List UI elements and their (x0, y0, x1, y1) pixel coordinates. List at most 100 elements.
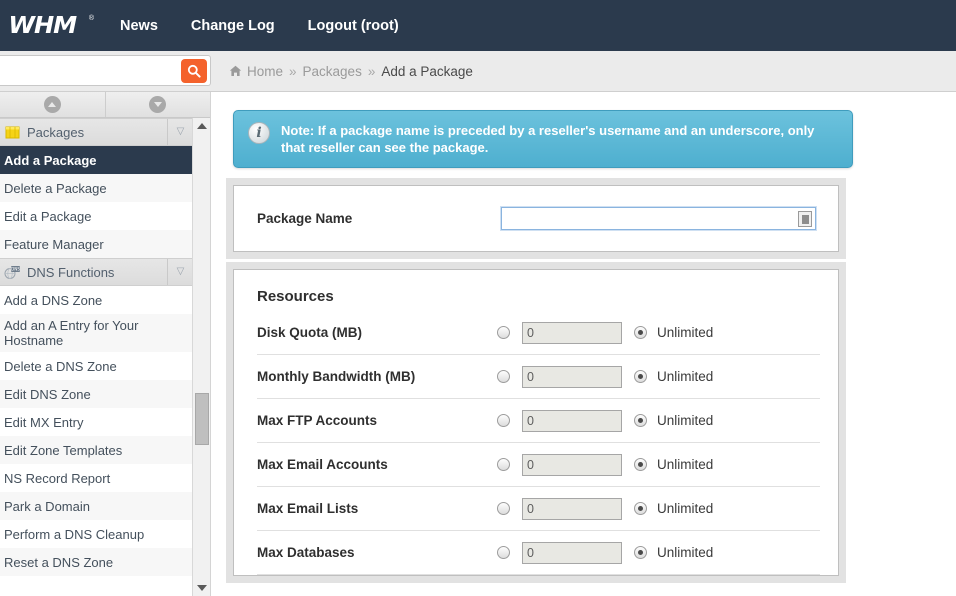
resource-unlimited-radio[interactable] (634, 414, 647, 427)
resource-row-max-email-lists: Max Email Lists Unlimited (257, 487, 820, 531)
sidebar: Packages ▽ Add a Package Delete a Packag… (0, 92, 211, 596)
sidebar-item-add-a-dns-zone[interactable]: Add a DNS Zone (0, 286, 193, 314)
topnav-item-news[interactable]: News (120, 18, 158, 34)
scroll-down-button[interactable] (193, 580, 211, 596)
collapse-all-icon (43, 96, 61, 113)
resource-label: Max FTP Accounts (257, 413, 378, 428)
info-note-text: Note: If a package name is preceded by a… (281, 123, 815, 155)
scroll-up-button[interactable] (193, 118, 211, 134)
breadcrumb-item-add-a-package: Add a Package (381, 63, 473, 79)
resource-value-radio[interactable] (497, 458, 510, 471)
resource-unlimited-label: Unlimited (657, 501, 714, 516)
sidebar-item-delete-a-dns-zone[interactable]: Delete a DNS Zone (0, 352, 193, 380)
resource-value-radio[interactable] (497, 546, 510, 559)
info-icon: i (248, 122, 270, 144)
resource-row-disk-quota: Disk Quota (MB) Unlimited (257, 311, 820, 355)
resource-value-input[interactable] (522, 453, 622, 476)
collapse-all-button[interactable] (0, 92, 106, 117)
sidebar-item-edit-dns-zone[interactable]: Edit DNS Zone (0, 380, 193, 408)
resource-unlimited-label: Unlimited (657, 413, 714, 428)
sidebar-toolbar (0, 92, 210, 118)
sidebar-group-label: Packages (27, 124, 85, 140)
sidebar-scroll-region: Packages ▽ Add a Package Delete a Packag… (0, 118, 211, 596)
package-name-panel: Package Name (226, 178, 846, 259)
chevron-down-icon[interactable]: ▽ (167, 119, 193, 145)
resource-label: Max Email Accounts (257, 457, 388, 472)
resource-unlimited-label: Unlimited (657, 369, 714, 384)
sidebar-group-label: DNS Functions (27, 264, 115, 280)
whm-logo[interactable]: WHM ® (8, 13, 94, 39)
autofill-icon[interactable] (798, 211, 812, 227)
main-area: Packages ▽ Add a Package Delete a Packag… (0, 92, 956, 596)
resource-unlimited-label: Unlimited (657, 545, 714, 560)
resource-label: Max Email Lists (257, 501, 359, 516)
resources-section-title: Resources (257, 288, 334, 305)
resource-unlimited-radio[interactable] (634, 326, 647, 339)
package-name-row: Package Name (234, 186, 838, 251)
breadcrumb-separator: » (367, 63, 376, 79)
resource-unlimited-label: Unlimited (657, 457, 714, 472)
breadcrumb: Home » Packages » Add a Package (229, 64, 473, 79)
sidebar-item-delete-a-package[interactable]: Delete a Package (0, 174, 193, 202)
resource-value-radio[interactable] (497, 414, 510, 427)
sidebar-item-park-a-domain[interactable]: Park a Domain (0, 492, 193, 520)
resource-unlimited-radio[interactable] (634, 502, 647, 515)
resource-value-input[interactable] (522, 541, 622, 564)
resource-unlimited-radio[interactable] (634, 458, 647, 471)
package-name-input-wrap (500, 206, 817, 231)
search-icon (187, 64, 201, 78)
sidebar-item-edit-a-package[interactable]: Edit a Package (0, 202, 193, 230)
resource-value-input[interactable] (522, 409, 622, 432)
search-box[interactable] (0, 55, 211, 86)
sidebar-item-edit-mx-entry[interactable]: Edit MX Entry (0, 408, 193, 436)
sidebar-group-dns-functions[interactable]: DNS DNS Functions ▽ (0, 258, 193, 286)
resource-value-radio[interactable] (497, 370, 510, 383)
package-name-input[interactable] (500, 206, 817, 231)
sidebar-scrollbar[interactable] (192, 118, 210, 596)
info-note-banner: i Note: If a package name is preceded by… (233, 110, 853, 168)
svg-text:DNS: DNS (11, 267, 20, 272)
sidebar-item-feature-manager[interactable]: Feature Manager (0, 230, 193, 258)
resource-label: Disk Quota (MB) (257, 325, 363, 340)
resource-value-input[interactable] (522, 321, 622, 344)
resource-row-max-databases: Max Databases Unlimited (257, 531, 820, 575)
content-area: i Note: If a package name is preceded by… (211, 92, 956, 596)
sidebar-item-add-a-package[interactable]: Add a Package (0, 146, 193, 174)
dns-globe-icon: DNS (4, 265, 21, 280)
registered-trademark-mark: ® (88, 14, 94, 22)
breadcrumb-separator: » (289, 63, 297, 79)
topnav-item-logout[interactable]: Logout (root) (308, 18, 399, 34)
expand-all-button[interactable] (105, 92, 210, 117)
search-button[interactable] (181, 58, 207, 83)
sidebar-item-add-an-a-entry-for-your-hostname[interactable]: Add an A Entry for Your Hostname (0, 314, 193, 352)
sidebar-item-ns-record-report[interactable]: NS Record Report (0, 464, 193, 492)
scrollbar-thumb[interactable] (195, 393, 209, 445)
sidebar-item-reset-a-dns-zone[interactable]: Reset a DNS Zone (0, 548, 193, 576)
chevron-up-icon (197, 123, 207, 129)
resource-unlimited-label: Unlimited (657, 325, 714, 340)
resource-unlimited-radio[interactable] (634, 370, 647, 383)
resource-value-radio[interactable] (497, 502, 510, 515)
sidebar-item-perform-a-dns-cleanup[interactable]: Perform a DNS Cleanup (0, 520, 193, 548)
chevron-down-icon[interactable]: ▽ (167, 259, 193, 285)
resource-row-max-ftp-accounts: Max FTP Accounts Unlimited (257, 399, 820, 443)
breadcrumb-item-home[interactable]: Home (247, 64, 283, 79)
resource-unlimited-radio[interactable] (634, 546, 647, 559)
breadcrumb-item-packages[interactable]: Packages (303, 64, 362, 79)
resource-label: Monthly Bandwidth (MB) (257, 369, 416, 384)
sidebar-item-edit-zone-templates[interactable]: Edit Zone Templates (0, 436, 193, 464)
packages-folder-icon (4, 125, 21, 140)
resources-panel: Resources Disk Quota (MB) Unlimited Mont… (226, 262, 846, 583)
resource-value-input[interactable] (522, 365, 622, 388)
sidebar-nav-list: Packages ▽ Add a Package Delete a Packag… (0, 118, 193, 576)
resource-value-input[interactable] (522, 497, 622, 520)
package-name-label: Package Name (257, 211, 353, 226)
resource-row-max-email-accounts: Max Email Accounts Unlimited (257, 443, 820, 487)
top-navigation-bar: WHM ® News Change Log Logout (root) (0, 0, 956, 51)
search-input[interactable] (0, 56, 181, 85)
topnav-item-change-log[interactable]: Change Log (191, 18, 275, 34)
sidebar-group-packages[interactable]: Packages ▽ (0, 118, 193, 146)
resource-label: Max Databases (257, 545, 355, 560)
resource-value-radio[interactable] (497, 326, 510, 339)
chevron-down-icon (197, 585, 207, 591)
